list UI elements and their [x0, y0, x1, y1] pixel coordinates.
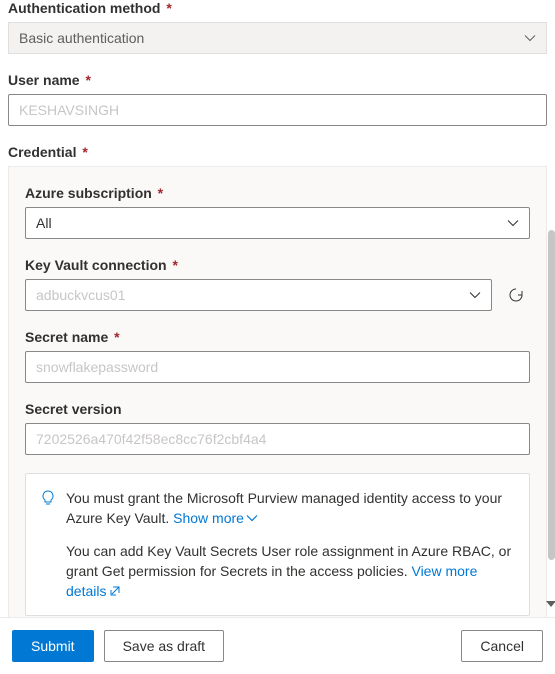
keyvault-placeholder: adbuckvcus01 — [36, 287, 126, 303]
lightbulb-icon — [40, 490, 56, 529]
chevron-down-icon — [246, 512, 258, 524]
hint-box: You must grant the Microsoft Purview man… — [25, 473, 530, 616]
auth-method-value: Basic authentication — [19, 22, 144, 54]
required-indicator: * — [82, 72, 91, 88]
chevron-down-icon — [507, 217, 519, 229]
hint-text-2: You can add Key Vault Secrets User role … — [66, 541, 515, 602]
credential-label: Credential * — [8, 144, 547, 160]
save-draft-button[interactable]: Save as draft — [104, 630, 225, 662]
chevron-down-icon — [469, 289, 481, 301]
required-indicator: * — [169, 257, 178, 273]
required-indicator: * — [154, 185, 163, 201]
submit-button[interactable]: Submit — [12, 630, 94, 662]
cancel-button[interactable]: Cancel — [461, 630, 543, 662]
keyvault-label: Key Vault connection * — [25, 257, 530, 273]
scrollbar[interactable] — [548, 230, 555, 560]
required-indicator: * — [162, 0, 171, 16]
required-indicator: * — [110, 329, 119, 345]
chevron-down-icon — [524, 32, 536, 44]
secretname-label: Secret name * — [25, 329, 530, 345]
secretversion-input[interactable] — [25, 423, 530, 455]
secretversion-label: Secret version — [25, 401, 530, 417]
keyvault-select[interactable]: adbuckvcus01 — [25, 279, 492, 311]
refresh-keyvault-button[interactable] — [502, 281, 530, 309]
subscription-label: Azure subscription * — [25, 185, 530, 201]
auth-method-select[interactable]: Basic authentication — [8, 22, 547, 54]
required-indicator: * — [78, 144, 87, 160]
subscription-select[interactable]: All — [25, 207, 530, 239]
username-label: User name * — [8, 72, 547, 88]
footer: Submit Save as draft Cancel — [0, 617, 555, 674]
show-more-link[interactable]: Show more — [173, 508, 258, 528]
refresh-icon — [508, 287, 524, 303]
scroll-down-icon[interactable] — [545, 598, 555, 610]
hint-text-1: You must grant the Microsoft Purview man… — [66, 488, 515, 529]
external-link-icon — [109, 585, 121, 597]
subscription-value: All — [36, 215, 52, 231]
secretname-input[interactable] — [25, 351, 530, 383]
credential-section: Azure subscription * All Key Vault conne… — [8, 166, 547, 620]
username-input[interactable] — [8, 94, 547, 126]
auth-method-label: Authentication method * — [8, 0, 547, 16]
